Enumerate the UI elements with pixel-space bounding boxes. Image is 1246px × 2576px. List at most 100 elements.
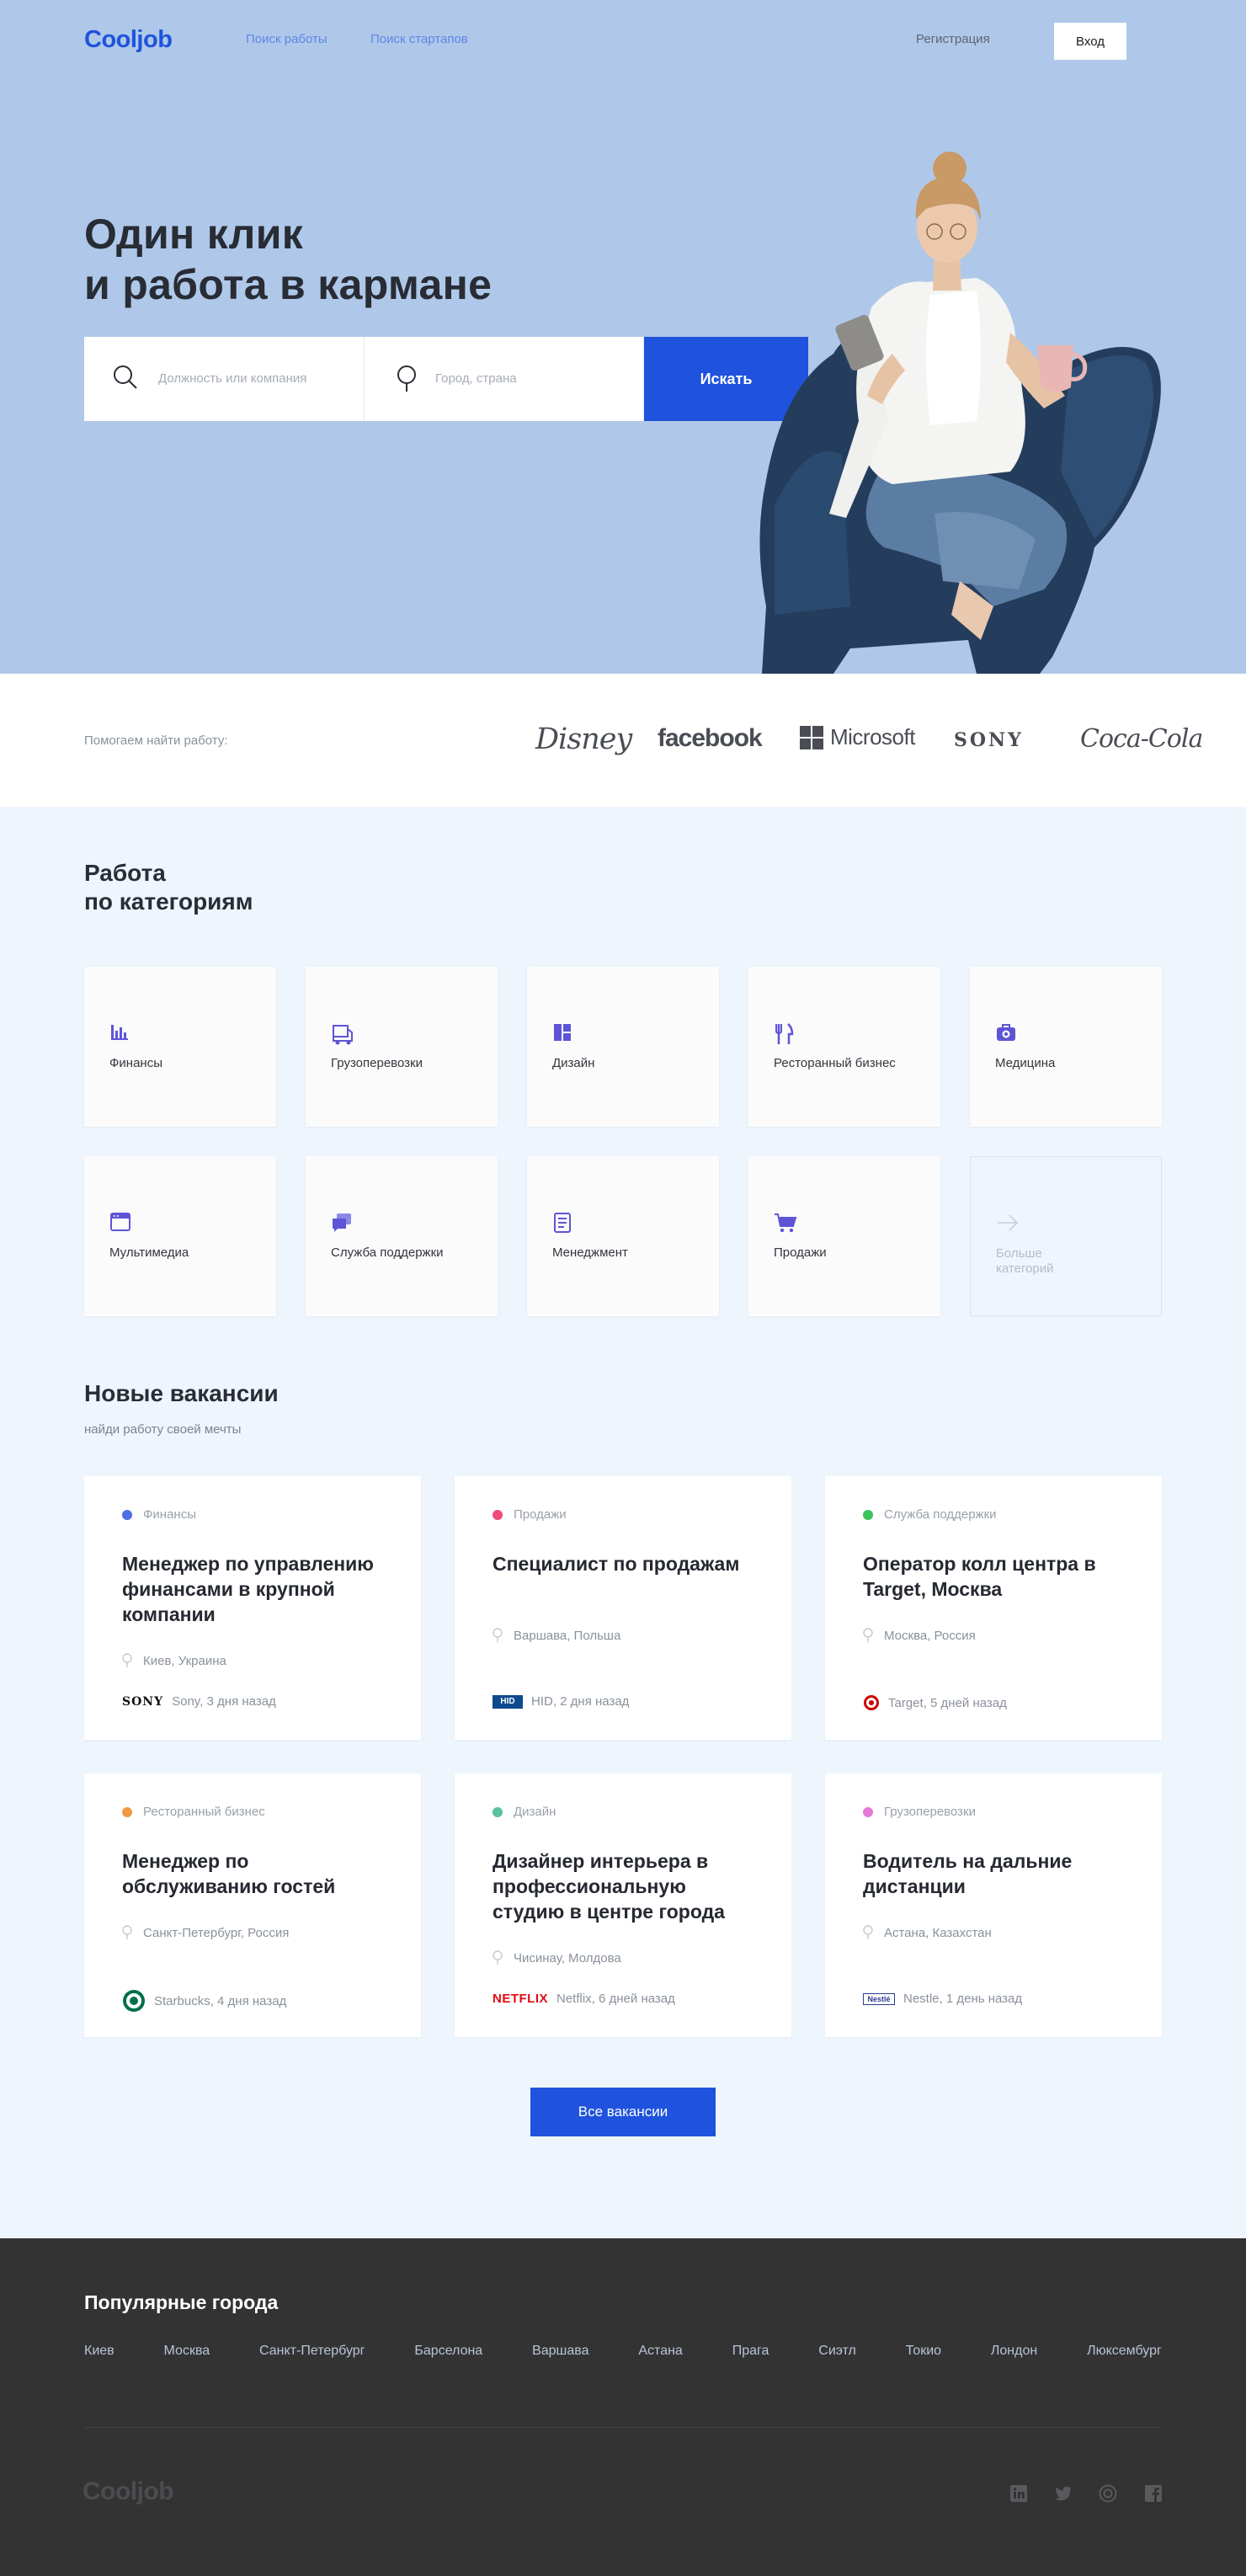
category-label: Дизайн [552,1056,595,1070]
category-dot [493,1807,503,1817]
job-location: Астана, Казахстан [884,1926,992,1940]
cart-icon [775,1213,797,1233]
starbucks-logo-icon [123,1990,145,2012]
hero-title-line1: Один клик [84,211,304,258]
job-category: Грузоперевозки [884,1805,976,1819]
main-section: Работа по категориям Финансы Грузоперево… [0,807,1246,2238]
all-vacancies-button[interactable]: Все вакансии [530,2088,716,2136]
job-card[interactable]: Служба поддержки Оператор колл центра в … [825,1476,1162,1740]
job-title: Оператор колл центра в Target, Москва [863,1553,1096,1600]
city-link-kyiv[interactable]: Киев [84,2344,114,2359]
footer: Популярные города Киев Москва Санкт-Пете… [0,2238,1246,2576]
city-link-luxembourg[interactable]: Люксембург [1087,2344,1162,2359]
job-company: NETFLIX Netflix, 6 дней назад [493,1992,675,2006]
category-label: Продажи [774,1245,827,1260]
job-company-text: Starbucks, 4 дня назад [154,1993,287,2008]
city-link-seattle[interactable]: Сиэтл [818,2344,856,2359]
category-medicine[interactable]: Медицина [970,967,1162,1127]
job-company-text: HID, 2 дня назад [531,1694,630,1709]
city-link-barcelona[interactable]: Барселона [414,2344,482,2359]
job-card[interactable]: Продажи Специалист по продажам Варшава, … [455,1476,791,1740]
media-window-icon [110,1213,130,1231]
city-link-tokyo[interactable]: Токио [906,2344,941,2359]
category-label: Ресторанный бизнес [774,1056,896,1070]
city-link-prague[interactable]: Прага [732,2344,769,2359]
search-bar: Искать [84,337,808,421]
linkedin-icon[interactable] [1009,2484,1028,2503]
facebook-icon[interactable] [1144,2484,1163,2503]
target-logo-icon [864,1695,879,1710]
partners-label: Помогаем найти работу: [84,733,228,748]
categories-title: Работа по категориям [84,859,253,916]
category-freight[interactable]: Грузоперевозки [306,967,498,1127]
nav-startup-search-link[interactable]: Поиск стартапов [370,32,468,46]
more-categories-button[interactable]: Больше категорий [970,1156,1162,1316]
category-restaurant[interactable]: Ресторанный бизнес [748,967,940,1127]
city-link-saint-petersburg[interactable]: Санкт-Петербург [259,2344,365,2359]
page: Cooljob Поиск работы Поиск стартапов Рег… [0,0,1246,2576]
microsoft-logo-text: Microsoft [830,724,915,749]
job-title: Водитель на дальние дистанции [863,1850,1073,1897]
category-sales[interactable]: Продажи [748,1156,940,1316]
nestle-logo-icon: Nestlé [863,1992,895,2005]
netflix-logo-icon: NETFLIX [493,1992,548,2006]
truck-icon [333,1025,353,1045]
job-location: Санкт-Петербург, Россия [143,1926,290,1940]
twitter-icon[interactable] [1054,2484,1073,2503]
job-company: SONY Sony, 3 дня назад [122,1694,276,1709]
job-company-text: Sony, 3 дня назад [172,1694,276,1709]
footer-logo[interactable]: Cooljob [83,2477,174,2506]
fork-knife-icon [775,1023,794,1044]
category-design[interactable]: Дизайн [527,967,719,1127]
category-dot [863,1510,873,1520]
job-category: Дизайн [514,1805,556,1819]
chat-icon [333,1213,351,1232]
job-card[interactable]: Грузоперевозки Водитель на дальние диста… [825,1773,1162,2037]
category-management[interactable]: Менеджмент [527,1156,719,1316]
category-dot [122,1807,132,1817]
categories-title-line2: по категориям [84,888,253,915]
hero-title-line2: и работа в кармане [84,261,493,308]
city-link-moscow[interactable]: Москва [164,2344,210,2359]
job-category: Продажи [514,1507,567,1522]
category-dot [863,1807,873,1817]
vacancies-title: Новые вакансии [84,1380,279,1406]
nav-job-search-link[interactable]: Поиск работы [246,32,327,46]
job-company: Target, 5 дней назад [863,1694,1007,1711]
category-label: Больше категорий [996,1246,1054,1276]
position-input[interactable] [158,367,343,389]
vacancies-subtitle: найди работу своей мечты [84,1422,242,1437]
city-link-warsaw[interactable]: Варшава [532,2344,588,2359]
popular-cities-list: Киев Москва Санкт-Петербург Барселона Ва… [84,2344,1162,2359]
job-title: Менеджер по управлению финансами в крупн… [122,1553,374,1625]
job-company-text: Target, 5 дней назад [888,1695,1007,1710]
category-label: Медицина [995,1056,1056,1070]
instagram-icon[interactable] [1099,2484,1117,2503]
logo[interactable]: Cooljob [84,26,173,54]
coca-cola-logo: Coca-Cola [1080,724,1203,754]
hero-section: Cooljob Поиск работы Поиск стартапов Рег… [0,0,1246,674]
login-button[interactable]: Вход [1054,23,1126,60]
job-card[interactable]: Дизайн Дизайнер интерьера в профессионал… [455,1773,791,2037]
register-link[interactable]: Регистрация [916,32,990,46]
city-link-london[interactable]: Лондон [991,2344,1037,2359]
disney-logo: Disney [535,723,632,756]
city-field [365,337,644,421]
job-card[interactable]: Ресторанный бизнес Менеджер по обслужива… [84,1773,421,2037]
chart-icon [111,1025,128,1040]
category-multimedia[interactable]: Мультимедиа [84,1156,276,1316]
category-dot [122,1510,132,1520]
location-pin-icon [493,1950,503,1965]
city-input[interactable] [435,367,620,389]
location-pin-icon [122,1653,132,1667]
job-company: Starbucks, 4 дня назад [122,1989,286,2013]
city-link-astana[interactable]: Астана [638,2344,682,2359]
job-card[interactable]: Финансы Менеджер по управлению финансами… [84,1476,421,1740]
location-pin-icon [493,1628,503,1642]
job-company-text: Nestle, 1 день назад [903,1992,1023,2006]
category-finance[interactable]: Финансы [84,967,276,1127]
job-category: Служба поддержки [884,1507,997,1522]
location-pin-icon [122,1925,132,1939]
category-support[interactable]: Служба поддержки [306,1156,498,1316]
hid-logo-icon: HID [493,1694,523,1709]
